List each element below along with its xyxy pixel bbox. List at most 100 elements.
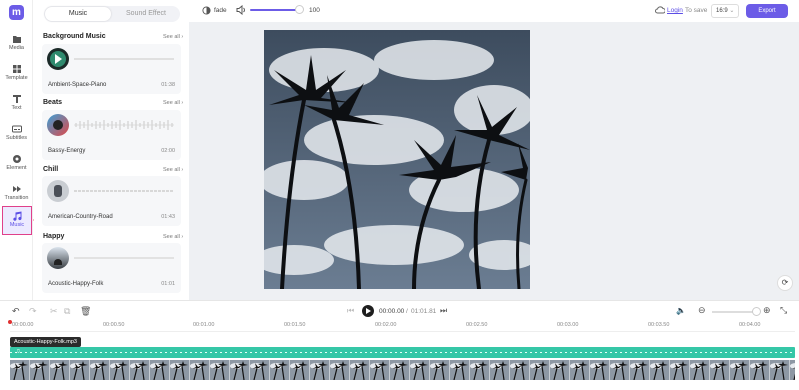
track-volume-icon[interactable]: 🔈: [676, 306, 686, 315]
skip-forward-icon[interactable]: ⏭: [440, 306, 447, 316]
ruler-tick: 00:03.50: [648, 322, 670, 328]
tab-music[interactable]: Music: [45, 7, 111, 21]
music-track-card[interactable]: Bassy-Energy 02:00: [42, 110, 181, 160]
zoom-in-icon[interactable]: ⊕: [763, 305, 771, 316]
redo-icon[interactable]: ↷: [29, 306, 37, 317]
trash-icon[interactable]: 🗑: [80, 306, 91, 317]
to-save-text: To save: [685, 7, 708, 14]
sidebar-item-template[interactable]: Template: [0, 62, 33, 90]
waveform: [74, 257, 174, 259]
text-icon: [12, 95, 21, 103]
track-cover[interactable]: [47, 180, 69, 202]
sidebar-item-text[interactable]: Text: [0, 92, 33, 120]
waveform: [74, 58, 174, 60]
track-duration: 01:43: [161, 214, 175, 220]
time-separator: /: [406, 308, 408, 315]
video-track[interactable]: [10, 360, 795, 380]
audio-waveform: [10, 352, 795, 353]
ruler-tick: 00:02.50: [466, 322, 488, 328]
play-button[interactable]: [362, 305, 374, 317]
skip-back-icon[interactable]: ⏮: [347, 306, 354, 316]
section-title: Happy: [43, 233, 65, 240]
sidebar-item-label: Music: [9, 222, 25, 228]
track-name: Bassy-Energy: [48, 148, 86, 154]
see-all-link[interactable]: See all ›: [163, 100, 183, 106]
ruler-line: [10, 331, 795, 332]
track-name: American-Country-Road: [48, 214, 113, 220]
track-duration: 02:00: [161, 148, 175, 154]
zoom-slider-thumb[interactable]: [752, 307, 761, 316]
sidebar-item-media[interactable]: Media: [0, 32, 33, 60]
waveform: [74, 120, 174, 130]
element-icon: [12, 155, 21, 163]
volume-icon[interactable]: [236, 5, 247, 15]
split-icon[interactable]: ✂: [50, 306, 58, 317]
audio-track[interactable]: [10, 347, 795, 358]
sidebar-item-element[interactable]: Element: [0, 152, 33, 180]
fit-icon[interactable]: ⤡: [780, 305, 787, 316]
logo-icon[interactable]: m: [9, 5, 24, 20]
export-button[interactable]: Export: [746, 4, 788, 18]
ruler-tick: 00:00.50: [103, 322, 125, 328]
volume-value: 100: [309, 7, 320, 14]
tab-sound-effect[interactable]: Sound Effect: [113, 7, 179, 21]
ruler-tick: 00:01.00: [193, 322, 215, 328]
ruler-tick: 00:02.00: [375, 322, 397, 328]
sidebar-item-label: Subtitles: [5, 135, 28, 141]
ruler-tick: 00:01.50: [284, 322, 306, 328]
ruler-tick: 00:00.00: [12, 322, 34, 328]
music-track-card[interactable]: Acoustic-Happy-Folk 01:01: [42, 243, 181, 293]
waveform: [74, 190, 174, 192]
see-all-link[interactable]: See all ›: [163, 34, 183, 40]
panel-tabs: Music Sound Effect: [44, 6, 180, 22]
track-name: Acoustic-Happy-Folk: [48, 281, 104, 287]
section-title: Chill: [43, 166, 59, 173]
audio-tooltip: Acoustic-Happy-Folk.mp3: [10, 337, 81, 347]
track-cover[interactable]: [47, 247, 69, 269]
see-all-link[interactable]: See all ›: [163, 167, 183, 173]
music-note-icon: [13, 211, 22, 221]
cloud-save-icon: [655, 6, 665, 14]
music-track-card[interactable]: American-Country-Road 01:43: [42, 176, 181, 226]
sidebar-item-label: Text: [11, 105, 22, 111]
track-duration: 01:01: [161, 281, 175, 287]
palm-trees-image: [264, 30, 530, 289]
video-preview[interactable]: [264, 30, 530, 289]
fade-label: fade: [214, 7, 227, 14]
transition-icon: [12, 186, 21, 192]
login-link[interactable]: Login: [667, 7, 683, 14]
fade-icon[interactable]: [202, 6, 211, 15]
music-panel: Music Sound Effect Background Music See …: [34, 0, 189, 300]
music-track-card[interactable]: Ambient-Space-Piano 01:38: [42, 44, 181, 94]
section-title: Beats: [43, 99, 63, 106]
sidebar-item-label: Transition: [4, 195, 29, 201]
ruler-tick: 00:03.00: [557, 322, 579, 328]
ruler-tick: 00:04.00: [739, 322, 761, 328]
video-thumbnails: [10, 360, 795, 380]
sidebar-item-subtitles[interactable]: Subtitles: [0, 122, 33, 150]
music-note-icon: ♫: [15, 348, 21, 355]
sidebar-item-music[interactable]: Music: [2, 206, 32, 235]
rotate-icon[interactable]: ⟳: [777, 275, 793, 291]
top-toolbar: fade 100 Login To save 16:9 ⌄ Export: [189, 0, 799, 22]
total-time: 01:01.81: [411, 308, 437, 315]
sidebar: m Media Template Text Subtitles Element …: [0, 0, 33, 300]
current-time: 00:00.00: [379, 308, 405, 315]
subtitles-icon: [11, 125, 22, 133]
folder-icon: [12, 36, 21, 43]
track-cover[interactable]: [47, 114, 69, 136]
volume-slider-thumb[interactable]: [295, 5, 304, 14]
sidebar-item-label: Media: [9, 45, 24, 51]
play-icon: [55, 54, 62, 64]
track-cover[interactable]: [47, 48, 69, 70]
crop-icon[interactable]: ⧉: [64, 306, 70, 317]
see-all-link[interactable]: See all ›: [163, 234, 183, 240]
grid-icon: [12, 65, 21, 73]
section-title: Background Music: [43, 33, 106, 40]
track-duration: 01:38: [161, 82, 175, 88]
track-name: Ambient-Space-Piano: [48, 82, 107, 88]
undo-icon[interactable]: ↶: [12, 306, 20, 317]
sidebar-item-label: Template: [5, 75, 28, 81]
zoom-out-icon[interactable]: ⊖: [698, 305, 706, 316]
aspect-ratio-select[interactable]: 16:9 ⌄: [711, 4, 739, 18]
